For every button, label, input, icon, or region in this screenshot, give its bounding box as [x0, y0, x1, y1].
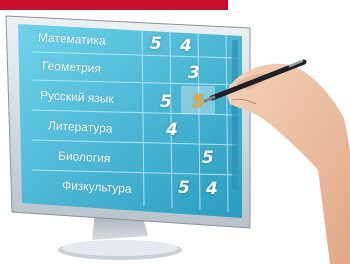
- grade-cell-active[interactable]: 5: [192, 92, 204, 112]
- grade-cell[interactable]: 4: [180, 36, 192, 56]
- grade-cell[interactable]: 5: [178, 178, 190, 198]
- subject-name: Биология: [57, 148, 111, 166]
- grade-cell[interactable]: 5: [150, 34, 162, 54]
- grade-cell[interactable]: 5: [202, 148, 214, 168]
- grade-cell[interactable]: 5: [160, 92, 172, 112]
- grade-cell[interactable]: 3: [188, 63, 200, 83]
- grade-cell[interactable]: 4: [166, 120, 178, 140]
- grade-cell[interactable]: 4: [206, 179, 218, 199]
- screen-scrollbar[interactable]: [232, 40, 238, 190]
